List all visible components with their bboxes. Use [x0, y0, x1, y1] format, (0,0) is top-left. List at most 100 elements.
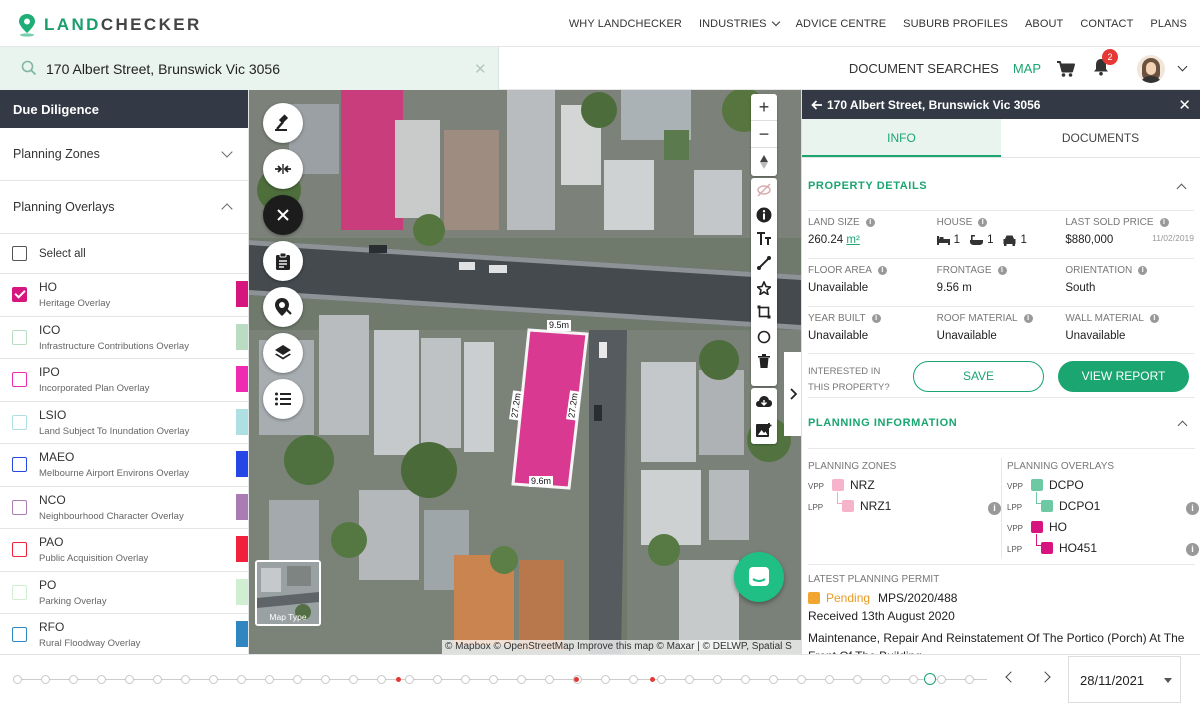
nav-industries[interactable]: INDUSTRIES	[699, 17, 780, 30]
add-image-button[interactable]	[751, 416, 777, 444]
view-report-button[interactable]: VIEW REPORT	[1058, 361, 1189, 392]
nav-suburb-profiles[interactable]: SUBURB PROFILES	[903, 18, 1008, 30]
overlay-checkbox[interactable]	[12, 499, 27, 515]
timeline-point[interactable]	[797, 675, 806, 684]
info-icon[interactable]: i	[877, 266, 887, 275]
measure-tool-button[interactable]	[263, 103, 303, 143]
timeline-point[interactable]	[881, 675, 890, 684]
overlay-checkbox[interactable]	[12, 542, 27, 557]
account-menu-chevron-icon[interactable]	[1177, 61, 1188, 72]
timeline-event-marker[interactable]	[574, 677, 579, 682]
overlay-row-maeo[interactable]: MAEO Melbourne Airport Environs Overlay	[0, 444, 248, 487]
timeline-point[interactable]	[657, 675, 666, 684]
overlay-row-ico[interactable]: ICO Infrastructure Contributions Overlay	[0, 317, 248, 359]
overlay-row-nco[interactable]: NCO Neighbourhood Character Overlay	[0, 487, 248, 529]
circle-tool-button[interactable]	[751, 324, 777, 348]
property-details-header[interactable]: PROPERTY DETAILS	[802, 168, 1200, 204]
nav-why-landchecker[interactable]: WHY LANDCHECKER	[569, 18, 682, 30]
timeline-point[interactable]	[349, 675, 358, 684]
timeline-point[interactable]	[741, 675, 750, 684]
info-icon[interactable]: i	[1138, 266, 1148, 275]
timeline-point[interactable]	[909, 675, 918, 684]
compare-tool-button[interactable]	[263, 149, 303, 189]
timeline-point[interactable]	[321, 675, 330, 684]
legend-tool-button[interactable]	[263, 379, 303, 419]
zoom-out-button[interactable]: −	[751, 121, 777, 148]
info-icon[interactable]: i	[1159, 218, 1169, 227]
notifications-button[interactable]: 2	[1093, 49, 1118, 79]
timeline-point[interactable]	[69, 675, 78, 684]
nav-plans[interactable]: PLANS	[1150, 18, 1187, 30]
save-button[interactable]: SAVE	[913, 361, 1044, 392]
map-link[interactable]: MAP	[1013, 61, 1041, 76]
timeline-point[interactable]	[97, 675, 106, 684]
timeline-point[interactable]	[713, 675, 722, 684]
nav-advice-centre[interactable]: ADVICE CENTRE	[796, 18, 887, 30]
map-type-toggle[interactable]: Map Type	[255, 560, 321, 626]
overlay-info-icon[interactable]: i	[1186, 502, 1199, 515]
overlay-row-ho[interactable]: HO Heritage Overlay	[0, 274, 248, 317]
timeline-point[interactable]	[545, 675, 554, 684]
landchecker-logo[interactable]: LANDCHECKER	[17, 13, 202, 37]
collapse-panel-button[interactable]	[784, 352, 801, 436]
info-icon[interactable]: i	[1149, 314, 1159, 323]
overlay-row-rfo[interactable]: RFO Rural Floodway Overlay	[0, 614, 248, 654]
planning-zones-section[interactable]: Planning Zones	[0, 128, 248, 181]
timeline-point[interactable]	[41, 675, 50, 684]
timeline-point[interactable]	[629, 675, 638, 684]
timeline-previous-icon[interactable]	[1005, 671, 1017, 683]
line-tool-button[interactable]	[751, 251, 777, 275]
overlay-checkbox[interactable]	[12, 287, 27, 302]
select-all-row[interactable]: Select all	[0, 234, 248, 274]
overlay-checkbox[interactable]	[12, 584, 27, 600]
satellite-map[interactable]: 9.5m 9.6m 27.2m 27.2m + − Map Type © Map…	[249, 90, 801, 654]
timeline-event-marker[interactable]	[396, 677, 401, 682]
timeline-point[interactable]	[209, 675, 218, 684]
info-icon[interactable]: i	[871, 314, 881, 323]
overlay-checkbox[interactable]	[12, 627, 27, 642]
overlay-row-po[interactable]: PO Parking Overlay	[0, 572, 248, 614]
overlay-row-lsio[interactable]: LSIO Land Subject To Inundation Overlay	[0, 402, 248, 444]
tab-info[interactable]: INFO	[802, 119, 1001, 157]
layers-tool-button[interactable]	[263, 333, 303, 373]
polygon-tool-button[interactable]	[751, 276, 777, 300]
zoom-in-button[interactable]: +	[751, 94, 777, 121]
timeline-track[interactable]	[17, 679, 987, 680]
timeline-current-point[interactable]	[924, 673, 936, 685]
timeline-point[interactable]	[181, 675, 190, 684]
overlay-row-ipo[interactable]: IPO Incorporated Plan Overlay	[0, 359, 248, 402]
timeline-event-marker[interactable]	[650, 677, 655, 682]
timeline-point[interactable]	[265, 675, 274, 684]
overlay-checkbox[interactable]	[12, 457, 27, 472]
overlay-checkbox[interactable]	[12, 414, 27, 430]
timeline-point[interactable]	[601, 675, 610, 684]
timeline-date-select[interactable]: 28/11/2021	[1068, 656, 1181, 703]
overlay-info-icon[interactable]: i	[1186, 543, 1199, 556]
zone-info-icon[interactable]: i	[988, 502, 1001, 515]
info-icon[interactable]: i	[1023, 314, 1033, 323]
timeline-point[interactable]	[461, 675, 470, 684]
timeline-point[interactable]	[937, 675, 946, 684]
download-button[interactable]	[751, 388, 777, 416]
delete-drawing-button[interactable]	[751, 349, 777, 373]
chat-support-button[interactable]	[734, 552, 784, 602]
overlay-checkbox[interactable]	[12, 329, 27, 345]
timeline-point[interactable]	[853, 675, 862, 684]
timeline-point[interactable]	[237, 675, 246, 684]
back-arrow-icon[interactable]	[811, 99, 823, 111]
timeline-point[interactable]	[517, 675, 526, 684]
info-tool-button[interactable]	[751, 202, 777, 226]
tab-documents[interactable]: DOCUMENTS	[1001, 119, 1200, 157]
nav-about[interactable]: ABOUT	[1025, 18, 1063, 30]
select-all-checkbox[interactable]	[12, 246, 27, 261]
compass-button[interactable]	[751, 148, 777, 175]
nav-contact[interactable]: CONTACT	[1080, 18, 1133, 30]
timeline-point[interactable]	[293, 675, 302, 684]
overlay-checkbox[interactable]	[12, 372, 27, 387]
timeline-point[interactable]	[769, 675, 778, 684]
timeline-point[interactable]	[13, 675, 22, 684]
text-tool-button[interactable]	[751, 227, 777, 251]
close-tools-button[interactable]	[263, 195, 303, 235]
planning-information-header[interactable]: PLANNING INFORMATION	[802, 405, 1200, 441]
planning-overlays-section[interactable]: Planning Overlays	[0, 181, 248, 234]
